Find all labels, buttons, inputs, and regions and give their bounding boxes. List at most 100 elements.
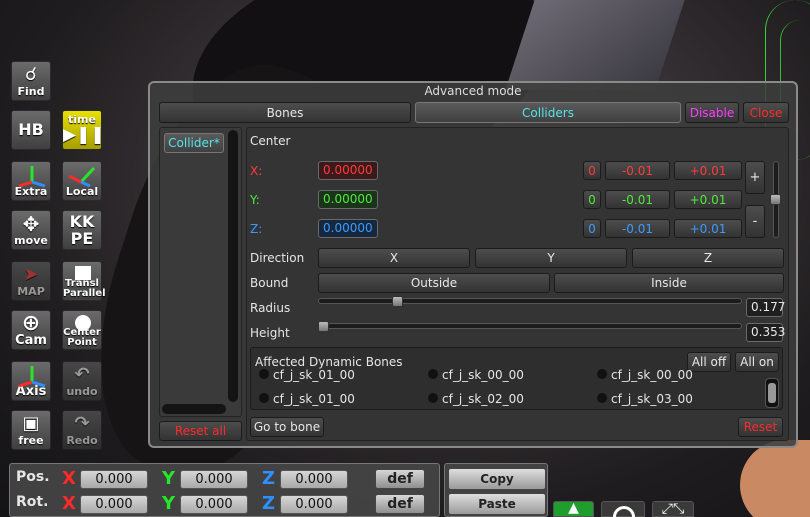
extra-button[interactable]: Extra: [11, 161, 51, 201]
pos-y-axis-label: Y: [162, 468, 176, 489]
bones-scrollbar[interactable]: [765, 378, 779, 408]
center-y-zero-button[interactable]: 0: [583, 190, 601, 209]
radius-slider-handle[interactable]: [392, 296, 404, 307]
paste-transform-button[interactable]: Paste Transform: [448, 493, 546, 515]
copy-transform-button[interactable]: Copy Transform: [448, 468, 546, 506]
rot-y-input[interactable]: 0.000: [180, 495, 248, 514]
rot-y-axis-label: Y: [162, 493, 176, 514]
collider-list-scrollbar[interactable]: [228, 130, 238, 402]
scene-hand-bottom: [740, 440, 810, 517]
disable-button[interactable]: Disable: [685, 102, 739, 123]
move-button[interactable]: ✥ move: [11, 210, 51, 250]
radius-input[interactable]: 0.177: [746, 298, 785, 317]
center-z-plus-button[interactable]: +0.01: [674, 219, 742, 238]
checkbox-icon: [259, 369, 269, 379]
step-size-slider-handle[interactable]: [770, 194, 781, 205]
axis-button[interactable]: Axis: [11, 361, 51, 401]
go-to-bone-button[interactable]: Go to bone: [250, 417, 324, 437]
pos-y-input[interactable]: 0.000: [180, 470, 248, 489]
find-button[interactable]: ☌ Find: [11, 61, 51, 101]
transl-parallel-button[interactable]: Transl Parallel: [62, 261, 106, 301]
affected-bones-box: Affected Dynamic Bones All off All on cf…: [250, 347, 783, 410]
play-pause-icon: ▶❚❚: [63, 125, 105, 145]
scene-collar: [505, 0, 685, 90]
bone-toggle[interactable]: cf_j_sk_00_00: [597, 368, 693, 382]
tab-bones[interactable]: Bones: [159, 102, 411, 123]
rot-x-input[interactable]: 0.000: [80, 495, 148, 514]
center-x-zero-button[interactable]: 0: [583, 161, 601, 180]
pos-x-input[interactable]: 0.000: [80, 470, 148, 489]
reset-button[interactable]: Reset: [738, 417, 783, 437]
map-pin-icon: ➤: [23, 264, 39, 285]
undo-button[interactable]: ↶ undo: [62, 361, 102, 401]
center-x-plus-button[interactable]: +0.01: [674, 161, 742, 180]
direction-x-button[interactable]: X: [318, 248, 470, 268]
redo-button[interactable]: ↷ Redo: [62, 410, 102, 450]
cam-button[interactable]: ⊕ Cam: [11, 310, 51, 350]
gizmo-move-button[interactable]: ▲: [553, 500, 594, 517]
bone-toggle[interactable]: cf_j_sk_01_00: [259, 368, 355, 382]
direction-y-button[interactable]: Y: [475, 248, 627, 268]
tab-colliders[interactable]: Colliders: [415, 102, 681, 123]
radius-slider[interactable]: [318, 298, 742, 304]
rotate-circle-icon: [613, 506, 635, 517]
bound-inside-button[interactable]: Inside: [554, 273, 784, 293]
kkpe-button[interactable]: KK PE: [62, 210, 102, 250]
reset-all-button[interactable]: Reset all: [159, 421, 242, 441]
gizmo-scale-button[interactable]: ⤢⤡: [652, 501, 694, 517]
local-button[interactable]: Local: [62, 161, 102, 201]
pos-z-input[interactable]: 0.000: [280, 470, 348, 489]
all-on-button[interactable]: All on: [735, 352, 779, 372]
bones-scrollbar-thumb[interactable]: [768, 383, 776, 403]
all-off-button[interactable]: All off: [687, 352, 731, 372]
center-y-plus-button[interactable]: +0.01: [674, 190, 742, 209]
step-increase-button[interactable]: +: [745, 161, 765, 194]
height-input[interactable]: 0.353: [746, 323, 785, 342]
bone-toggle-cf-j-sk-03-00[interactable]: cf_j_sk_03_00: [597, 392, 693, 406]
hb-button[interactable]: HB: [11, 110, 51, 150]
magnifier-icon: ☌: [24, 64, 38, 85]
affected-bones-label: Affected Dynamic Bones: [255, 355, 403, 369]
radius-label: Radius: [250, 301, 291, 315]
center-x-label: X:: [250, 164, 263, 178]
center-z-minus-button[interactable]: -0.01: [605, 219, 670, 238]
pos-label: Pos.: [16, 469, 50, 485]
height-slider[interactable]: [318, 323, 742, 329]
bound-label: Bound: [250, 276, 289, 290]
collider-list-hscrollbar[interactable]: [162, 404, 226, 414]
pos-default-button[interactable]: def: [375, 469, 425, 489]
step-decrease-button[interactable]: -: [745, 205, 765, 238]
window-title: Advanced mode: [424, 84, 522, 98]
free-camera-button[interactable]: ▣ free: [11, 410, 51, 450]
rot-z-axis-label: Z: [262, 493, 276, 514]
center-point-button[interactable]: Center Point: [62, 310, 102, 350]
center-y-label: Y:: [250, 193, 260, 207]
rot-label: Rot.: [16, 494, 49, 510]
height-slider-handle[interactable]: [318, 321, 329, 332]
center-y-input[interactable]: 0.00000: [318, 190, 378, 209]
rot-default-button[interactable]: def: [375, 494, 425, 514]
height-label: Height: [250, 326, 290, 340]
bound-outside-button[interactable]: Outside: [318, 273, 550, 293]
close-button[interactable]: Close: [743, 102, 789, 123]
center-x-input[interactable]: 0.00000: [318, 161, 378, 180]
center-z-input[interactable]: 0.00000: [318, 219, 378, 238]
direction-z-button[interactable]: Z: [632, 248, 784, 268]
checkbox-icon: [428, 393, 438, 403]
axis-gizmo-icon: [18, 366, 46, 388]
center-x-minus-button[interactable]: -0.01: [605, 161, 670, 180]
center-y-minus-button[interactable]: -0.01: [605, 190, 670, 209]
bone-toggle-cf-j-sk-01-00[interactable]: cf_j_sk_01_00: [259, 392, 355, 406]
gizmo-rotate-button[interactable]: [601, 501, 645, 517]
center-z-zero-button[interactable]: 0: [583, 219, 601, 238]
time-button[interactable]: time ▶❚❚: [62, 110, 105, 150]
checkbox-icon: [597, 393, 607, 403]
expand-arrows-icon: ⤢⤡: [661, 501, 685, 517]
map-button[interactable]: ➤ MAP: [11, 261, 51, 301]
bone-toggle-cf-j-sk-02-00[interactable]: cf_j_sk_02_00: [428, 392, 524, 406]
rot-z-input[interactable]: 0.000: [280, 495, 348, 514]
direction-label: Direction: [250, 251, 305, 265]
collider-item[interactable]: Collider*: [164, 133, 224, 153]
pos-z-axis-label: Z: [262, 468, 276, 489]
bone-toggle[interactable]: cf_j_sk_00_00: [428, 368, 524, 382]
